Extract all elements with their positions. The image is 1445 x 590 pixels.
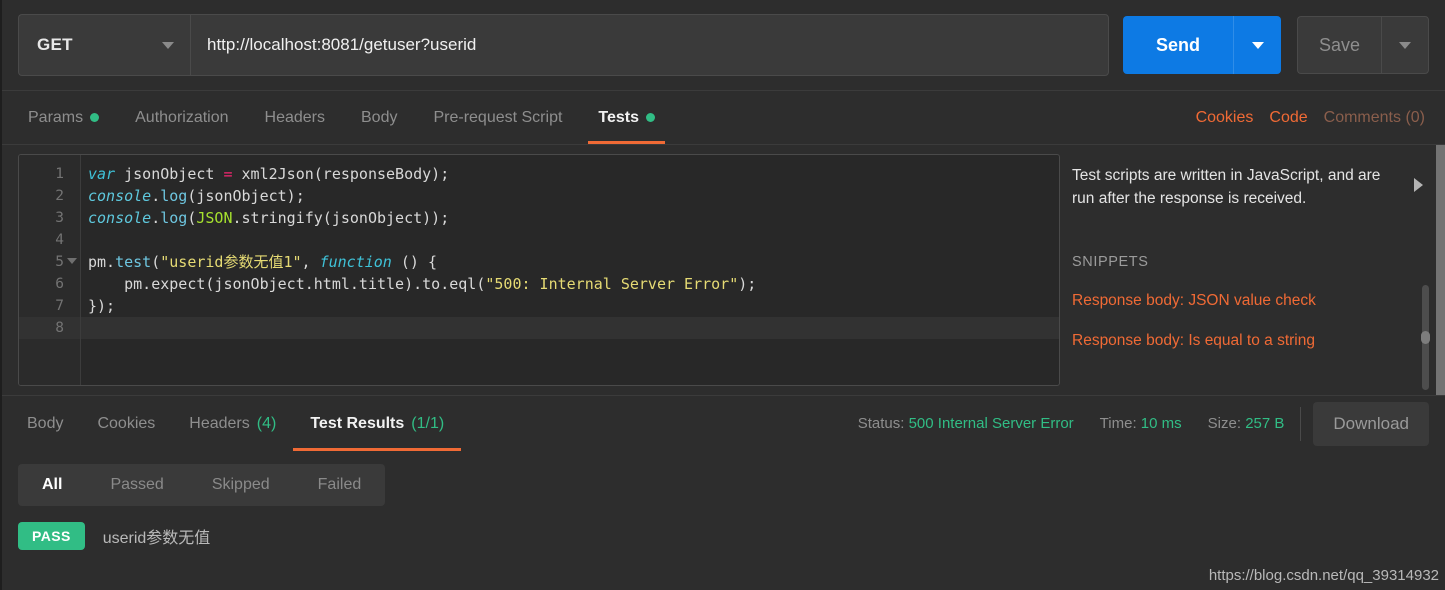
tab-count: (1/1) [411,414,445,432]
tab-label: Params [28,108,84,126]
line-number: 7 [55,298,64,314]
request-tab-bar: Params Authorization Headers Body Pre-re… [2,90,1445,145]
response-tab-test-results[interactable]: Test Results (1/1) [293,396,462,451]
status-dot-icon [90,113,100,122]
snippets-scrollbar[interactable] [1421,285,1430,390]
time-label: Time: [1099,415,1137,432]
time-value: 10 ms [1140,415,1182,432]
tab-label: Headers [264,108,325,126]
divider [1300,406,1302,441]
chevron-down-icon [1251,41,1264,49]
code-line: console.log(JSON.stringify(jsonObject)); [88,209,450,227]
tab-params[interactable]: Params [10,91,117,144]
code-content[interactable]: var jsonObject = xml2Json(responseBody);… [81,155,1059,385]
send-options-button[interactable] [1233,16,1281,74]
save-button[interactable]: Save [1297,16,1381,74]
test-result-row: PASS userid参数无值 [18,522,1445,550]
line-number: 3 [55,210,64,226]
code-line: var jsonObject = xml2Json(responseBody); [88,165,450,183]
url-bar: GET Send Save [2,0,1445,90]
url-input[interactable] [207,35,1092,55]
http-method-dropdown[interactable]: GET [18,14,190,76]
size-label: Size: [1207,415,1242,432]
response-tab-body[interactable]: Body [10,396,80,451]
status-label: Status: [857,415,905,432]
snippets-description: Test scripts are written in JavaScript, … [1072,167,1381,207]
save-options-button[interactable] [1381,16,1429,74]
code-link[interactable]: Code [1269,109,1307,127]
tab-headers[interactable]: Headers [247,91,343,144]
code-line: pm.expect(jsonObject.html.title).to.eql(… [88,275,757,293]
tab-body[interactable]: Body [343,91,415,144]
filter-all[interactable]: All [18,464,86,506]
watermark-url: https://blog.csdn.net/qq_39314932 [1208,567,1439,584]
snippets-panel: Test scripts are written in JavaScript, … [1060,154,1445,390]
tab-label: Cookies [97,414,156,432]
tab-label: Tests [598,108,640,126]
code-editor[interactable]: 1 2 3 4 5 6 7 8 var jsonObject = xml2Jso… [18,154,1060,386]
http-method-label: GET [37,35,73,54]
snippet-item[interactable]: Response body: JSON value check [1072,292,1405,310]
tests-editor-area: 1 2 3 4 5 6 7 8 var jsonObject = xml2Jso… [2,145,1445,395]
time-meta: Time: 10 ms [1100,415,1182,432]
tab-label: Authorization [135,108,229,126]
code-line: }); [88,297,116,315]
send-button[interactable]: Send [1123,16,1233,74]
status-value: 500 Internal Server Error [908,415,1074,432]
play-arrow-icon[interactable] [1414,178,1423,192]
test-results-list: PASS userid参数无值 https://blog.csdn.net/qq… [2,506,1445,590]
save-button-group: Save [1297,16,1429,74]
test-result-filter-bar: All Passed Skipped Failed [2,451,1445,506]
size-meta: Size: 257 B [1208,415,1285,432]
status-badge: PASS [18,522,85,550]
cookies-link[interactable]: Cookies [1196,109,1254,127]
line-number-text: 5 [55,254,64,270]
line-number-gutter: 1 2 3 4 5 6 7 8 [19,155,81,385]
status-meta: Status: 500 Internal Server Error [858,415,1074,432]
line-number: 2 [55,188,64,204]
response-tab-cookies[interactable]: Cookies [80,396,172,451]
chevron-down-icon [162,41,174,49]
tab-label: Body [27,414,64,432]
line-number: 8 [19,317,80,339]
filter-failed[interactable]: Failed [294,464,386,506]
tab-tests[interactable]: Tests [580,91,673,144]
status-dot-icon [646,113,656,122]
filter-group: All Passed Skipped Failed [18,464,386,506]
tab-label: Body [361,108,398,126]
tab-label: Headers [189,414,250,432]
response-tab-headers[interactable]: Headers (4) [172,396,293,451]
code-line: pm.test("userid参数无值1", function () { [88,253,437,271]
size-value: 257 B [1245,415,1285,432]
line-number: 1 [55,166,64,182]
code-line [81,317,1059,339]
page-scrollbar[interactable] [1436,145,1445,395]
postman-request-window: GET Send Save Params Authorization [0,0,1445,590]
line-number: 4 [55,232,64,248]
response-tab-bar: Body Cookies Headers (4) Test Results (1… [2,395,1445,451]
filter-skipped[interactable]: Skipped [188,464,294,506]
snippet-item[interactable]: Response body: Is equal to a string [1072,332,1405,350]
url-input-wrapper[interactable] [190,14,1109,76]
code-fold-icon[interactable] [67,258,77,264]
tab-count: (4) [256,414,277,432]
test-result-name: userid参数无值 [102,530,211,547]
tab-authorization[interactable]: Authorization [117,91,246,144]
response-meta: Status: 500 Internal Server Error Time: … [858,396,1285,451]
code-line: console.log(jsonObject); [88,187,305,205]
tab-label: Test Results [310,414,405,432]
chevron-down-icon [1399,41,1411,49]
request-tab-bar-actions: Cookies Code Comments (0) [1196,91,1429,144]
line-number: 5 [19,251,80,273]
snippets-scrollbar-thumb[interactable] [1421,331,1430,344]
tab-label: Pre-request Script [433,108,563,126]
filter-passed[interactable]: Passed [86,464,187,506]
snippets-heading: SNIPPETS [1072,254,1149,270]
send-button-group: Send [1123,16,1281,74]
line-number: 6 [55,276,64,292]
comments-link[interactable]: Comments (0) [1324,109,1425,127]
download-button[interactable]: Download [1313,401,1429,446]
tab-pre-request-script[interactable]: Pre-request Script [415,91,580,144]
